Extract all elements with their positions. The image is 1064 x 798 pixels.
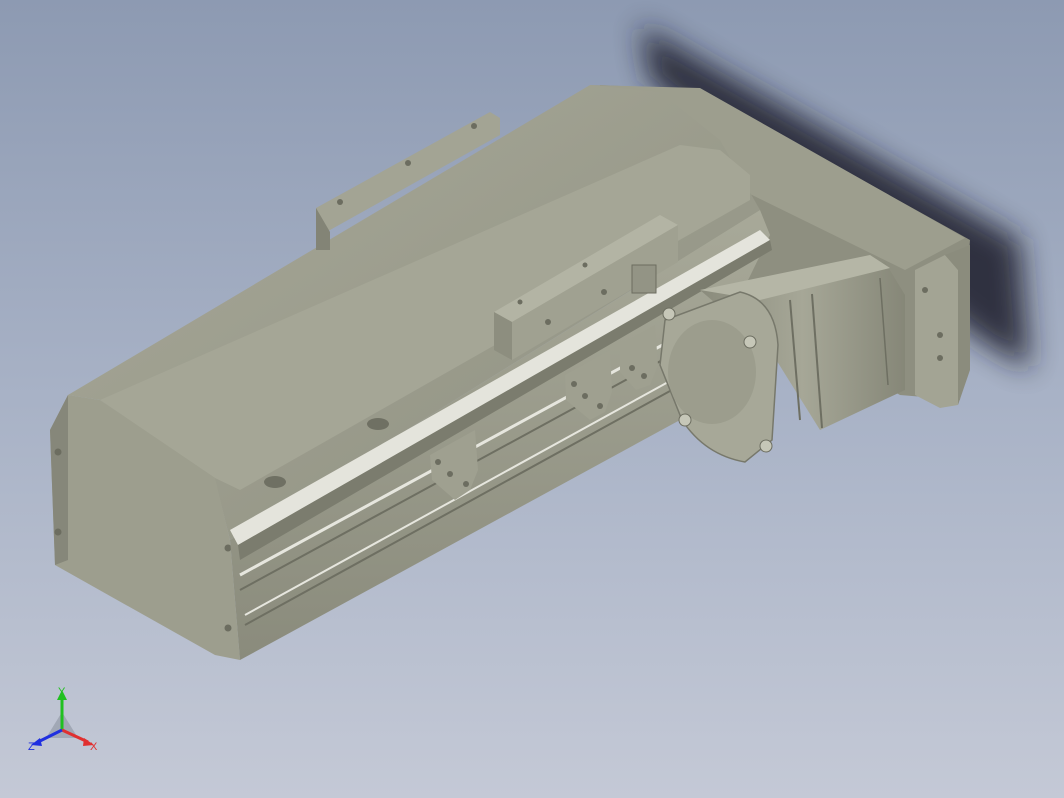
- end-cap-hole-1: [54, 448, 62, 456]
- carriage-clamp: [631, 264, 657, 294]
- end-cap-hole-2: [54, 528, 62, 536]
- top-hole-2: [367, 418, 389, 430]
- carriage-hole-3: [517, 299, 523, 305]
- motor-bolt-1: [662, 307, 676, 321]
- right-end-plate: [915, 255, 958, 408]
- bracket-hole-3: [471, 123, 477, 129]
- carriage-hole-2: [601, 289, 607, 295]
- end-plate-hole-1: [937, 332, 943, 338]
- bracket-hole-1: [337, 199, 343, 205]
- top-hole-1: [264, 476, 286, 488]
- motor-end-cap-face: [668, 320, 756, 424]
- carriage-hole-4: [582, 262, 588, 268]
- end-plate-hole-2: [937, 355, 943, 361]
- carriage-hole-1: [545, 319, 551, 325]
- motor-bolt-4: [759, 439, 773, 453]
- x-axis-label: X: [90, 741, 98, 753]
- 3d-viewport[interactable]: Y X Z: [0, 0, 1064, 798]
- y-axis-label: Y: [58, 686, 66, 698]
- z-axis-label: Z: [28, 741, 35, 753]
- orientation-triad[interactable]: Y X Z: [26, 684, 106, 756]
- linear-actuator-model[interactable]: [0, 0, 1064, 798]
- end-plate-hole-3: [922, 287, 928, 293]
- left-end-cap-shade: [50, 395, 68, 565]
- motor-bolt-2: [743, 335, 757, 349]
- end-cap-hole-4: [224, 624, 232, 632]
- bracket-hole-2: [405, 160, 411, 166]
- motor-bolt-3: [678, 413, 692, 427]
- end-cap-hole-3: [224, 544, 232, 552]
